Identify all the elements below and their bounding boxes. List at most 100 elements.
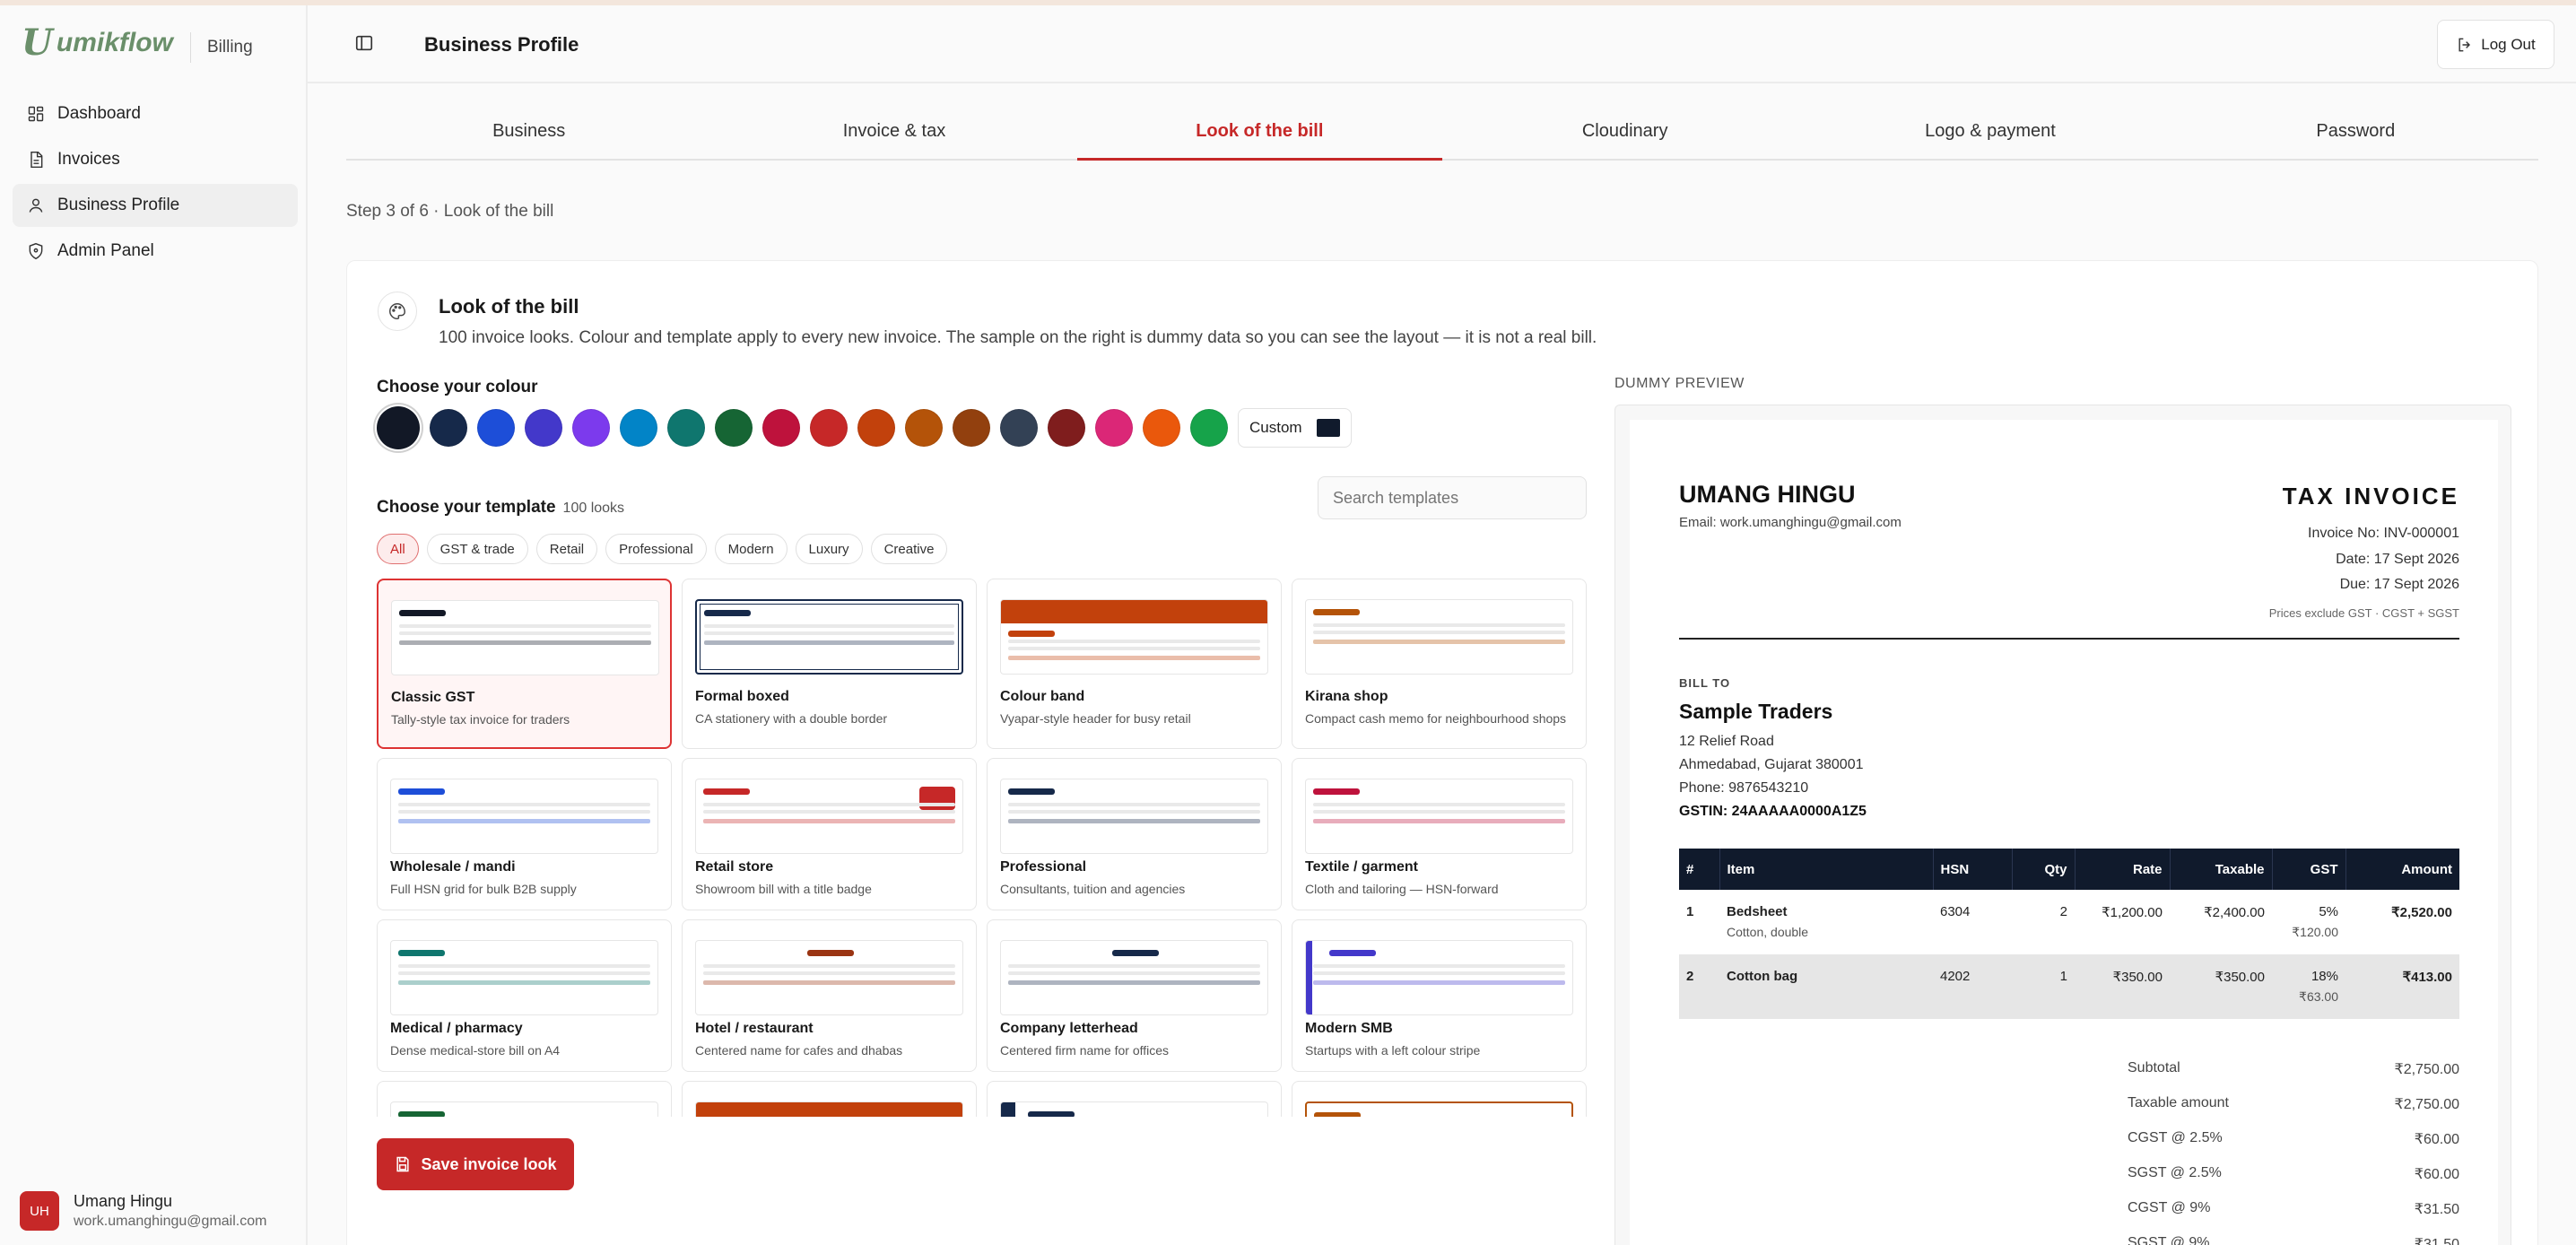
template-card[interactable]: Formal boxed CA stationery with a double … xyxy=(682,579,977,749)
colour-swatch[interactable] xyxy=(953,409,990,447)
logout-button[interactable]: Log Out xyxy=(2437,20,2554,69)
template-card[interactable]: Modern SMB Startups with a left colour st… xyxy=(1292,919,1587,1072)
colour-swatch[interactable] xyxy=(477,409,515,447)
user-email: work.umanghingu@gmail.com xyxy=(74,1214,267,1229)
custom-colour-button[interactable]: Custom xyxy=(1238,408,1352,448)
thumbnail-line xyxy=(399,640,651,645)
colour-swatch[interactable] xyxy=(857,409,895,447)
colour-swatch[interactable] xyxy=(715,409,753,447)
user-profile[interactable]: UH Umang Hingu work.umanghingu@gmail.com xyxy=(20,1191,266,1231)
template-thumbnail xyxy=(390,779,658,854)
filter-chip[interactable]: All xyxy=(377,534,419,564)
thumbnail-line xyxy=(398,810,650,814)
sidebar-toggle-icon[interactable] xyxy=(354,33,374,53)
template-card[interactable]: Retail store Showroom bill with a title b… xyxy=(682,758,977,910)
template-card[interactable]: Kirana shop Compact cash memo for neighbo… xyxy=(1292,579,1587,749)
thumbnail-line xyxy=(703,810,955,814)
colour-swatch[interactable] xyxy=(667,409,705,447)
template-thumbnail xyxy=(390,940,658,1015)
colour-swatch[interactable] xyxy=(377,406,420,449)
filter-chip[interactable]: Retail xyxy=(535,534,598,564)
header-divider xyxy=(1679,638,2459,640)
user-name: Umang Hingu xyxy=(74,1192,173,1210)
colour-swatch[interactable] xyxy=(810,409,848,447)
palette-icon xyxy=(378,292,417,331)
filter-chip[interactable]: Professional xyxy=(605,534,707,564)
thumbnail-line xyxy=(696,1102,962,1117)
sidebar-item-label: Invoices xyxy=(57,150,120,169)
thumbnail-line xyxy=(1306,941,1312,1014)
filter-chip[interactable]: Modern xyxy=(714,534,788,564)
look-settings-card: Look of the bill 100 invoice looks. Colo… xyxy=(346,260,2538,1245)
filter-chip[interactable]: Creative xyxy=(870,534,948,564)
thumbnail-line xyxy=(1112,950,1159,956)
colour-swatch[interactable] xyxy=(430,409,467,447)
template-card[interactable]: Colour band Vyapar-style header for busy … xyxy=(987,579,1282,749)
template-card[interactable]: Wholesale / mandi Full HSN grid for bulk … xyxy=(377,758,672,910)
tab-business[interactable]: Business xyxy=(346,106,711,159)
colour-swatch[interactable] xyxy=(1143,409,1180,447)
column-header: Amount xyxy=(2345,849,2459,890)
document-title: TAX INVOICE xyxy=(2282,483,2459,509)
tab-cloudinary[interactable]: Cloudinary xyxy=(1442,106,1807,159)
top-header: Business Profile Log Out xyxy=(308,5,2576,83)
colour-swatch[interactable] xyxy=(1048,409,1085,447)
sidebar-item-invoices[interactable]: Invoices xyxy=(13,138,298,181)
business-name: UMANG HINGU xyxy=(1679,481,1856,508)
colour-swatch[interactable] xyxy=(1190,409,1228,447)
thumbnail-line xyxy=(1008,803,1260,806)
sidebar-item-business-profile[interactable]: Business Profile xyxy=(13,184,298,227)
colour-swatch[interactable] xyxy=(525,409,562,447)
item-cell: Bedsheet Cotton, double xyxy=(1719,890,1933,954)
template-search-input[interactable] xyxy=(1318,476,1587,519)
thumbnail-line xyxy=(398,1111,445,1117)
colour-swatch[interactable] xyxy=(572,409,610,447)
template-card[interactable]: Classic GST Tally-style tax invoice for t… xyxy=(377,579,672,749)
template-card[interactable]: Textile / garment Cloth and tailoring — H… xyxy=(1292,758,1587,910)
totals-value: ₹60.00 xyxy=(2414,1132,2459,1147)
logout-label: Log Out xyxy=(2481,35,2536,53)
column-header: Item xyxy=(1719,849,1934,890)
custom-colour-chip xyxy=(1316,419,1340,437)
colour-swatch[interactable] xyxy=(762,409,800,447)
totals-value: ₹2,750.00 xyxy=(2394,1097,2459,1112)
table-row: 2 Cotton bag 4202 1 ₹350.00 ₹350.00 18% ₹… xyxy=(1679,954,2459,1019)
thumbnail-line xyxy=(703,980,955,985)
template-card[interactable]: Company letterhead Centered firm name for… xyxy=(987,919,1282,1072)
sidebar-item-admin-panel[interactable]: Admin Panel xyxy=(13,230,298,273)
colour-swatch[interactable] xyxy=(905,409,943,447)
template-thumbnail xyxy=(1000,1101,1268,1117)
template-card[interactable] xyxy=(987,1081,1282,1117)
template-card[interactable] xyxy=(682,1081,977,1117)
totals-label: CGST @ 2.5% xyxy=(2128,1130,2223,1145)
invoice-preview: UMANG HINGU Email: work.umanghingu@gmail… xyxy=(1614,405,2511,1245)
column-header: # xyxy=(1679,849,1720,890)
template-card[interactable]: Professional Consultants, tuition and age… xyxy=(987,758,1282,910)
tab-look-of-the-bill[interactable]: Look of the bill xyxy=(1076,106,1443,161)
sidebar-item-dashboard[interactable]: Dashboard xyxy=(13,92,298,135)
tab-password[interactable]: Password xyxy=(2173,106,2538,159)
template-card[interactable] xyxy=(1292,1081,1587,1117)
thumbnail-line xyxy=(703,971,955,975)
tab-invoice-tax[interactable]: Invoice & tax xyxy=(711,106,1076,159)
filter-chip[interactable]: GST & trade xyxy=(426,534,528,564)
template-card[interactable] xyxy=(377,1081,672,1117)
tab-logo-payment[interactable]: Logo & payment xyxy=(1807,106,2172,159)
thumbnail-line xyxy=(1008,810,1260,814)
colour-swatch[interactable] xyxy=(1095,409,1133,447)
template-card[interactable]: Hotel / restaurant Centered name for cafe… xyxy=(682,919,977,1072)
colour-swatch[interactable] xyxy=(1000,409,1038,447)
thumbnail-line xyxy=(703,819,955,823)
brand-logo[interactable]: U umikflow xyxy=(22,25,173,61)
row-number: 2 xyxy=(1679,954,1719,1019)
template-card[interactable]: Medical / pharmacy Dense medical-store bi… xyxy=(377,919,672,1072)
colour-swatch[interactable] xyxy=(620,409,657,447)
thumbnail-line xyxy=(1313,819,1565,823)
taxable-cell: ₹350.00 xyxy=(2170,954,2272,1019)
filter-chip[interactable]: Luxury xyxy=(795,534,863,564)
template-name: Medical / pharmacy xyxy=(390,1021,523,1036)
column-header: Rate xyxy=(2075,849,2171,890)
save-invoice-look-button[interactable]: Save invoice look xyxy=(377,1138,574,1190)
totals-value: ₹31.50 xyxy=(2414,1237,2459,1245)
thumbnail-line xyxy=(703,964,955,968)
